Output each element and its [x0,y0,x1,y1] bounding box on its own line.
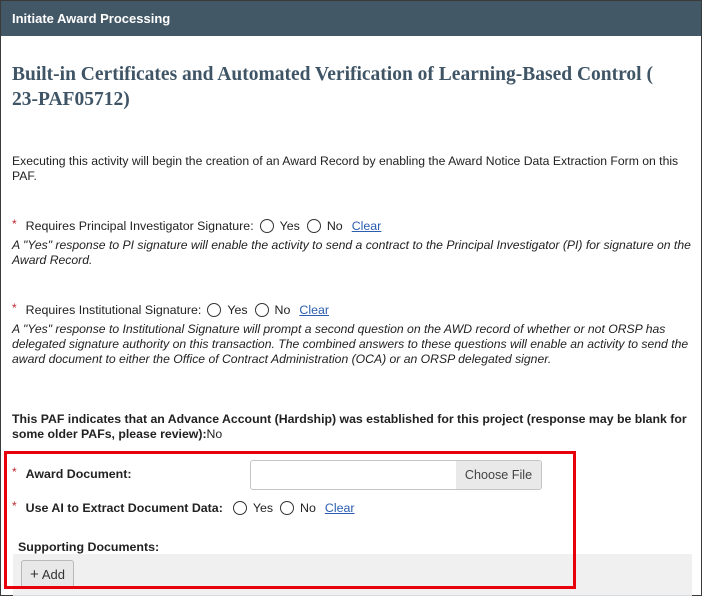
pi-signature-yes-radio[interactable] [259,219,274,233]
institutional-signature-question: * Requires Institutional Signature: Yes … [12,301,329,318]
award-document-filename[interactable] [251,461,456,489]
pi-signature-question: * Requires Principal Investigator Signat… [12,217,382,234]
institutional-signature-yes-radio[interactable] [207,303,222,317]
page-title: Built-in Certificates and Automated Veri… [12,64,653,110]
institutional-signature-yes-label[interactable]: Yes [227,302,247,318]
pi-signature-no-radio[interactable] [306,219,321,233]
supporting-documents-panel [13,554,692,596]
use-ai-clear-link[interactable]: Clear [325,501,355,515]
use-ai-no-radio[interactable] [280,501,295,515]
use-ai-yes-label[interactable]: Yes [253,501,273,515]
institutional-signature-label: Requires Institutional Signature: [25,303,202,317]
award-document-label: Award Document: [25,467,132,481]
required-marker: * [12,465,17,479]
required-marker: * [12,217,17,231]
hardship-statement: This PAF indicates that an Advance Accou… [12,412,696,442]
choose-file-button[interactable]: Choose File [456,461,541,489]
award-document-row: * Award Document: [12,465,132,481]
supporting-documents-label: Supporting Documents: [18,540,160,554]
window-title: Initiate Award Processing [1,1,701,36]
institutional-signature-help-text: A "Yes" response to Institutional Signat… [12,322,689,366]
activity-window: Initiate Award Processing Built-in Certi… [0,0,702,596]
use-ai-no-label[interactable]: No [300,501,316,515]
institutional-signature-clear-link[interactable]: Clear [299,302,329,318]
institutional-signature-no-label[interactable]: No [275,302,291,318]
intro-text: Executing this activity will begin the c… [12,154,679,183]
required-marker: * [12,301,17,315]
award-document-file-input[interactable]: Choose File [250,460,542,490]
pi-signature-clear-link[interactable]: Clear [352,218,382,234]
add-button-label: Add [41,567,65,582]
add-supporting-document-button[interactable]: + Add [21,560,74,589]
hardship-label: This PAF indicates that an Advance Accou… [12,412,687,441]
institutional-signature-no-radio[interactable] [254,303,269,317]
pi-signature-help-text: A "Yes" response to PI signature will en… [12,238,691,267]
use-ai-question: * Use AI to Extract Document Data: Yes N… [12,499,355,515]
pi-signature-label: Requires Principal Investigator Signatur… [25,219,254,233]
pi-signature-yes-label[interactable]: Yes [280,218,300,234]
hardship-value: No [206,427,223,441]
use-ai-label: Use AI to Extract Document Data: [25,501,223,515]
plus-icon: + [30,566,39,583]
use-ai-yes-radio[interactable] [232,501,247,515]
required-marker: * [12,499,17,513]
pi-signature-no-label[interactable]: No [327,218,343,234]
